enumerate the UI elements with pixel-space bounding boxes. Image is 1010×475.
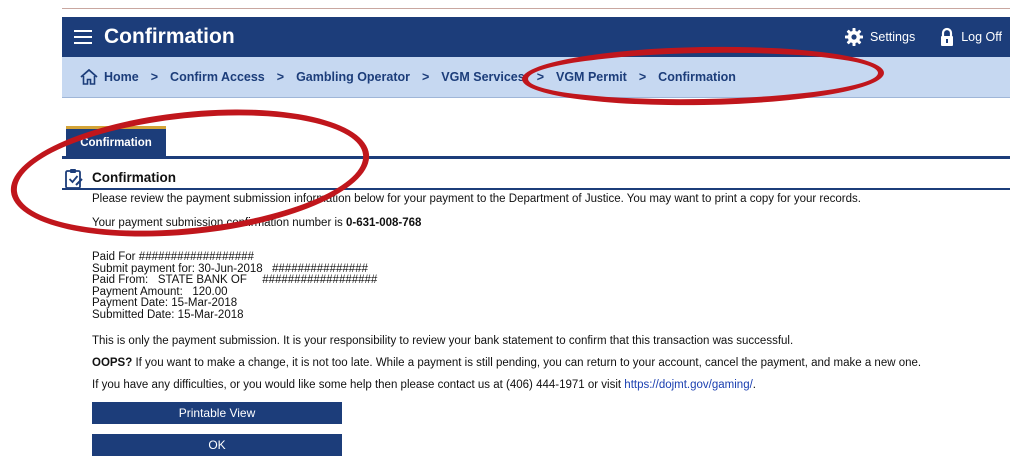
app-header: Confirmation Settings Log Off — [62, 17, 1010, 57]
breadcrumb-separator: > — [421, 70, 430, 84]
breadcrumb-confirmation: Confirmation — [658, 70, 736, 84]
submit-for-mask: ############### — [271, 262, 368, 275]
breadcrumb-home[interactable]: Home — [80, 69, 139, 85]
confirmation-number: 0-631-008-768 — [345, 217, 422, 229]
submit-for-label: Submit payment for: — [92, 262, 195, 275]
clipboard-check-icon — [65, 169, 83, 189]
breadcrumb-separator: > — [150, 70, 159, 84]
responsibility-text: This is only the payment submission. It … — [92, 335, 794, 347]
paid-for-value: ################## — [138, 251, 254, 263]
submitted-date-value: 15-Mar-2018 — [177, 308, 244, 321]
payment-details: Paid For ################## Submit payme… — [92, 251, 1002, 322]
oops-label: OOPS? — [92, 357, 133, 369]
confirmation-content: Please review the payment submission inf… — [92, 193, 1002, 391]
breadcrumb-separator: > — [536, 70, 544, 84]
breadcrumb-home-label: Home — [104, 70, 139, 84]
breadcrumb-vgm-services[interactable]: VGM Services — [441, 70, 524, 84]
contact-line: If you have any difficulties, or you wou… — [92, 379, 1002, 391]
top-divider — [62, 8, 1010, 9]
page-title: Confirmation — [104, 25, 235, 48]
payment-date-value: 15-Mar-2018 — [171, 297, 238, 309]
logoff-label: Log Off — [961, 30, 1002, 44]
ok-button[interactable]: OK — [92, 434, 342, 456]
settings-label: Settings — [870, 30, 916, 44]
header-actions: Settings Log Off — [844, 27, 1010, 47]
gear-icon — [845, 28, 864, 46]
tab-confirmation[interactable]: Confirmation — [66, 126, 166, 156]
oops-text: If you want to make a change, it is not … — [132, 357, 922, 369]
printable-view-button[interactable]: Printable View — [92, 402, 342, 424]
section-title: Confirmation — [92, 170, 176, 185]
breadcrumb-separator: > — [276, 70, 285, 84]
submitted-date-label: Submitted Date: — [92, 308, 175, 321]
settings-button[interactable]: Settings — [844, 27, 915, 47]
breadcrumb: Home > Confirm Access > Gambling Operato… — [62, 57, 1010, 98]
hamburger-menu-icon[interactable] — [74, 30, 92, 44]
gaming-website-link[interactable]: https://dojmt.gov/gaming/ — [624, 379, 752, 391]
breadcrumb-separator: > — [638, 70, 647, 84]
paid-from-mask: ################## — [262, 274, 378, 286]
amount-value: 120.00 — [192, 285, 228, 298]
submit-for-value: 30-Jun-2018 — [198, 262, 263, 275]
payment-date-label: Payment Date: — [92, 297, 169, 309]
intro-text: Please review the payment submission inf… — [92, 193, 861, 205]
paid-from-label: Paid From: — [92, 274, 149, 286]
tab-bar: Confirmation — [62, 126, 1010, 159]
confirmation-prefix: Your payment submission confirmation num… — [92, 217, 346, 229]
home-icon — [80, 69, 98, 85]
logoff-button[interactable]: Log Off — [939, 27, 1002, 47]
breadcrumb-gambling-operator[interactable]: Gambling Operator — [296, 70, 410, 84]
breadcrumb-vgm-permit[interactable]: VGM Permit — [556, 70, 627, 84]
contact-text: If you have any difficulties, or you wou… — [92, 379, 625, 391]
paid-from-row: Paid From: STATE BANK OF ###############… — [92, 274, 1002, 287]
confirmation-number-line: Your payment submission confirmation num… — [92, 217, 1002, 229]
paid-for-label: Paid For — [92, 251, 136, 263]
section-divider — [62, 188, 1010, 190]
paid-from-value: STATE BANK OF — [157, 274, 247, 286]
submitted-date-row: Submitted Date: 15-Mar-2018 — [92, 308, 1002, 322]
lock-icon — [941, 27, 954, 46]
oops-line: OOPS? If you want to make a change, it i… — [92, 357, 1002, 369]
amount-label: Payment Amount: — [92, 285, 183, 298]
breadcrumb-confirm-access[interactable]: Confirm Access — [170, 70, 265, 84]
contact-end: . — [752, 379, 756, 391]
